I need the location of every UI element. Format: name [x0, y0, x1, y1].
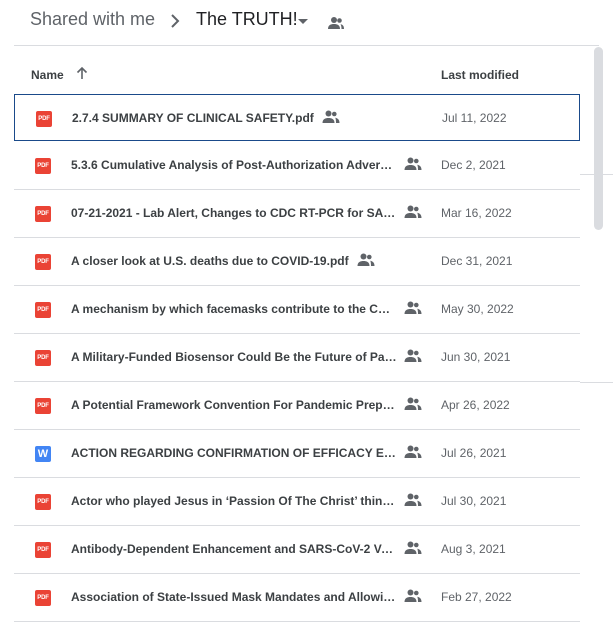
chevron-right-icon	[171, 14, 180, 28]
last-modified-date: Aug 3, 2021	[441, 542, 506, 556]
pdf-file-icon: PDF	[35, 302, 51, 318]
pdf-file-icon: PDF	[35, 350, 51, 366]
file-row[interactable]: PDF Antibody-Dependent Enhancement and SA…	[14, 526, 580, 574]
file-row[interactable]: PDF Actor who played Jesus in ‘Passion Of…	[14, 478, 580, 526]
shared-icon	[357, 252, 375, 268]
last-modified-date: Jun 30, 2021	[441, 350, 511, 364]
name-column-header[interactable]: Name	[31, 68, 64, 82]
file-name: Antibody-Dependent Enhancement and SARS-…	[71, 542, 397, 556]
file-row[interactable]: PDF A closer look at U.S. deaths due to C…	[14, 238, 580, 286]
pdf-file-icon: PDF	[35, 206, 51, 222]
file-name: A Military-Funded Biosensor Could Be the…	[71, 350, 397, 364]
file-row[interactable]: PDF 5.3.6 Cumulative Analysis of Post-Aut…	[14, 142, 580, 190]
last-modified-date: Dec 2, 2021	[441, 158, 506, 172]
shared-icon	[404, 540, 422, 556]
last-modified-date: Jul 30, 2021	[441, 494, 507, 508]
last-modified-date: May 30, 2022	[441, 302, 514, 316]
file-list-header: Name Last modified	[14, 46, 580, 94]
folder-menu-caret-icon[interactable]	[298, 19, 308, 24]
file-name: A mechanism by which facemasks contribut…	[71, 302, 397, 316]
shared-icon	[404, 348, 422, 364]
file-name: ACTION REGARDING CONFIRMATION OF EFFICAC…	[71, 446, 397, 460]
last-modified-date: Jul 26, 2021	[441, 446, 507, 460]
file-name: Actor who played Jesus in ‘Passion Of Th…	[71, 494, 397, 508]
file-list: PDF 2.7.4 SUMMARY OF CLINICAL SAFETY.pdf J…	[14, 94, 580, 622]
shared-icon	[404, 300, 422, 316]
pdf-file-icon: PDF	[35, 494, 51, 510]
shared-icon	[404, 156, 422, 172]
file-row[interactable]: PDF 2.7.4 SUMMARY OF CLINICAL SAFETY.pdf J…	[14, 94, 580, 141]
file-name: A closer look at U.S. deaths due to COVI…	[71, 254, 349, 268]
file-name: Association of State-Issued Mask Mandate…	[71, 590, 397, 604]
shared-icon	[404, 396, 422, 412]
breadcrumb: Shared with me The TRUTH!	[0, 0, 613, 44]
file-row[interactable]: PDF A Military-Funded Biosensor Could Be …	[14, 334, 580, 382]
shared-icon	[404, 588, 422, 604]
file-row[interactable]: PDF 07-21-2021 - Lab Alert, Changes to CD…	[14, 190, 580, 238]
sort-ascending-arrow-icon[interactable]	[75, 66, 89, 80]
last-modified-date: Dec 31, 2021	[441, 254, 513, 268]
pdf-file-icon: PDF	[35, 158, 51, 174]
last-modified-date: Jul 11, 2022	[442, 111, 507, 125]
file-row[interactable]: PDF A mechanism by which facemasks contri…	[14, 286, 580, 334]
word-file-icon: W	[35, 446, 51, 462]
file-name: A Potential Framework Convention For Pan…	[71, 398, 397, 412]
shared-icon	[404, 492, 422, 508]
shared-icon	[404, 444, 422, 460]
last-modified-date: Mar 16, 2022	[441, 206, 512, 220]
pdf-file-icon: PDF	[35, 590, 51, 606]
shared-folder-icon	[328, 17, 344, 29]
shared-icon	[322, 109, 340, 125]
breadcrumb-shared-with-me[interactable]: Shared with me	[30, 9, 155, 30]
pdf-file-icon: PDF	[35, 398, 51, 414]
scrollbar-thumb[interactable]	[594, 47, 603, 230]
last-modified-date: Apr 26, 2022	[441, 398, 510, 412]
last-modified-date: Feb 27, 2022	[441, 590, 512, 604]
pdf-file-icon: PDF	[35, 254, 51, 270]
last-modified-column-header[interactable]: Last modified	[441, 68, 519, 82]
file-name: 2.7.4 SUMMARY OF CLINICAL SAFETY.pdf	[72, 111, 314, 125]
file-row[interactable]: PDF A Potential Framework Convention For …	[14, 382, 580, 430]
pdf-file-icon: PDF	[35, 542, 51, 558]
shared-icon	[404, 204, 422, 220]
file-row[interactable]: PDF Association of State-Issued Mask Mand…	[14, 574, 580, 622]
file-row[interactable]: W ACTION REGARDING CONFIRMATION OF EFFICA…	[14, 430, 580, 478]
file-name: 07-21-2021 - Lab Alert, Changes to CDC R…	[71, 206, 397, 220]
pdf-file-icon: PDF	[36, 111, 52, 127]
file-name: 5.3.6 Cumulative Analysis of Post-Author…	[71, 158, 397, 172]
breadcrumb-current-folder[interactable]: The TRUTH!	[196, 9, 298, 30]
